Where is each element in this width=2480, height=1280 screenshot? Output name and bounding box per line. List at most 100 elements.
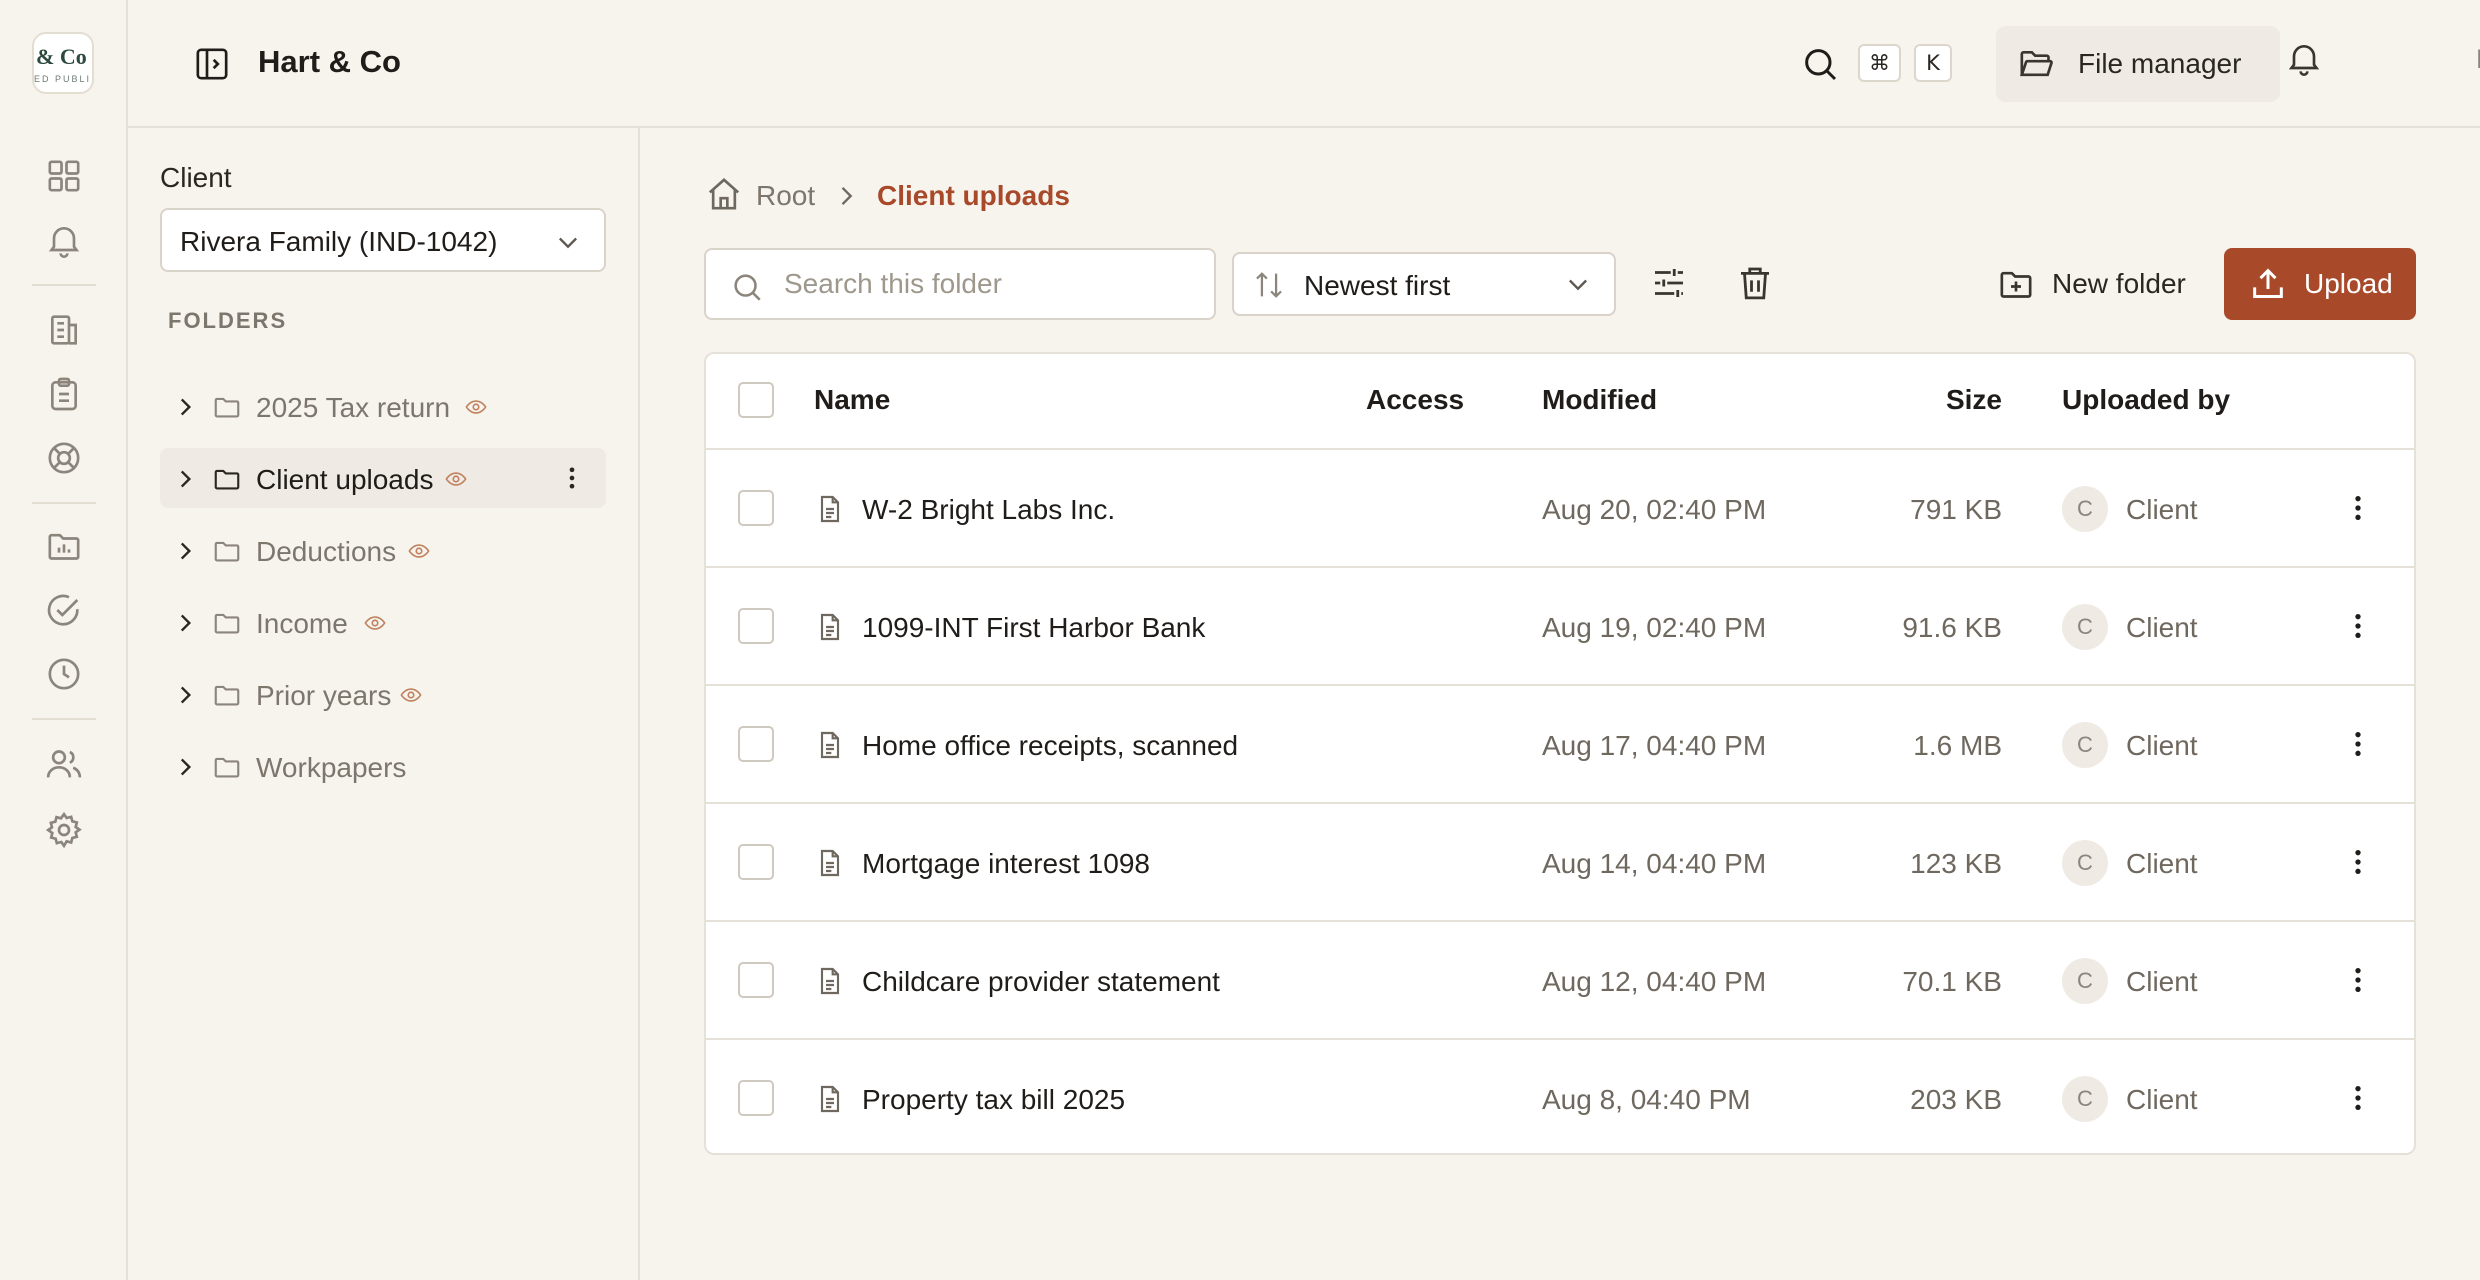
row-checkbox[interactable] — [738, 844, 774, 880]
shortcut-k-key: K — [1914, 44, 1952, 82]
logo-subtext: ED PUBLI — [34, 74, 92, 84]
uploaded-by: Client — [2126, 494, 2198, 525]
row-checkbox[interactable] — [738, 608, 774, 644]
table-row[interactable]: Childcare provider statement Aug 12, 04:4… — [706, 922, 2414, 1040]
more-options-icon[interactable] — [558, 464, 586, 492]
uploaded-by: Client — [2126, 1084, 2198, 1115]
table-row[interactable]: W-2 Bright Labs Inc. Aug 20, 02:40 PM 791 … — [706, 450, 2414, 568]
search-input[interactable] — [784, 264, 1194, 304]
file-manager-label: File manager — [2078, 48, 2242, 79]
file-name[interactable]: Childcare provider statement — [862, 966, 1220, 998]
chevron-down-icon — [554, 228, 582, 256]
building-icon[interactable] — [44, 310, 84, 350]
row-more-options-icon[interactable] — [2342, 492, 2374, 524]
document-icon — [814, 964, 846, 998]
file-name[interactable]: 1099-INT First Harbor Bank — [862, 612, 1205, 644]
folder-open-icon — [2016, 44, 2056, 84]
app-logo[interactable]: & Co ED PUBLI — [32, 32, 94, 94]
sidebar-toggle-icon[interactable] — [192, 44, 232, 84]
check-circle-icon[interactable] — [44, 590, 84, 630]
notifications-bell-icon[interactable] — [2284, 38, 2324, 78]
settings-icon[interactable] — [44, 810, 84, 850]
rail-divider — [32, 284, 96, 286]
folder-icon — [212, 752, 242, 782]
row-checkbox[interactable] — [738, 490, 774, 526]
file-modified: Aug 12, 04:40 PM — [1542, 966, 1767, 997]
sort-select[interactable]: Newest first — [1232, 252, 1616, 316]
file-size: 123 KB — [1910, 848, 2002, 879]
file-name[interactable]: Home office receipts, scanned — [862, 730, 1238, 762]
document-icon — [814, 610, 846, 644]
folder-name: Workpapers — [256, 752, 407, 783]
logo-text: & Co — [36, 44, 87, 69]
upload-button[interactable]: Upload — [2224, 248, 2416, 320]
row-more-options-icon[interactable] — [2342, 610, 2374, 642]
folder-item[interactable]: Income — [160, 592, 606, 652]
file-table: Name Access Modified Size Uploaded by W-… — [704, 352, 2416, 1155]
dashboard-icon[interactable] — [44, 156, 84, 196]
clipboard-icon[interactable] — [44, 374, 84, 414]
clock-icon[interactable] — [44, 654, 84, 694]
row-more-options-icon[interactable] — [2342, 728, 2374, 760]
file-name[interactable]: Mortgage interest 1098 — [862, 848, 1150, 880]
folder-icon — [212, 392, 242, 422]
client-select-value: Rivera Family (IND-1042) — [180, 226, 498, 257]
folder-item[interactable]: Deductions — [160, 520, 606, 580]
bell-icon[interactable] — [44, 220, 84, 260]
row-more-options-icon[interactable] — [2342, 1082, 2374, 1114]
brand-title: Hart & Co — [258, 44, 401, 79]
folder-plus-icon — [1996, 264, 2036, 304]
top-bar: Hart & Co ⌘ K File manager DH — [128, 0, 2480, 128]
table-row[interactable]: 1099-INT First Harbor Bank Aug 19, 02:40 … — [706, 568, 2414, 686]
folder-item[interactable]: Prior years — [160, 664, 606, 724]
chevron-right-icon[interactable] — [172, 394, 198, 420]
row-more-options-icon[interactable] — [2342, 846, 2374, 878]
search-icon[interactable] — [1800, 44, 1840, 84]
chevron-right-icon[interactable] — [172, 610, 198, 636]
folder-item[interactable]: Client uploads — [160, 448, 606, 508]
file-modified: Aug 17, 04:40 PM — [1542, 730, 1767, 761]
client-select[interactable]: Rivera Family (IND-1042) — [160, 208, 606, 272]
file-name[interactable]: Property tax bill 2025 — [862, 1084, 1125, 1116]
chevron-right-icon[interactable] — [172, 682, 198, 708]
file-modified: Aug 8, 04:40 PM — [1542, 1084, 1751, 1115]
upload-icon — [2248, 264, 2288, 304]
folder-item[interactable]: Workpapers — [160, 736, 606, 796]
column-header-uploaded-by[interactable]: Uploaded by — [2062, 384, 2230, 416]
select-all-checkbox[interactable] — [738, 382, 774, 418]
breadcrumb-root[interactable]: Root — [756, 180, 815, 212]
folder-chart-icon[interactable] — [44, 526, 84, 566]
file-manager-button[interactable]: File manager — [1996, 26, 2280, 102]
table-row[interactable]: Mortgage interest 1098 Aug 14, 04:40 PM 12… — [706, 804, 2414, 922]
client-label: Client — [160, 162, 232, 193]
row-checkbox[interactable] — [738, 726, 774, 762]
chevron-right-icon[interactable] — [172, 754, 198, 780]
home-icon[interactable] — [704, 174, 744, 214]
file-name[interactable]: W-2 Bright Labs Inc. — [862, 494, 1115, 526]
folder-item[interactable]: 2025 Tax return — [160, 376, 606, 436]
column-header-access[interactable]: Access — [1366, 384, 1464, 416]
filter-sliders-icon[interactable] — [1648, 262, 1690, 304]
column-header-size[interactable]: Size — [1946, 384, 2002, 416]
user-avatar[interactable]: DH — [2476, 44, 2480, 75]
column-header-name[interactable]: Name — [814, 384, 890, 416]
row-checkbox[interactable] — [738, 1080, 774, 1116]
folder-name: Income — [256, 608, 348, 639]
chevron-right-icon[interactable] — [172, 538, 198, 564]
lifebuoy-icon[interactable] — [44, 438, 84, 478]
folder-name: Client uploads — [256, 464, 434, 495]
chevron-right-icon[interactable] — [172, 466, 198, 492]
folder-search[interactable] — [704, 248, 1216, 320]
table-row[interactable]: Home office receipts, scanned Aug 17, 04:… — [706, 686, 2414, 804]
row-more-options-icon[interactable] — [2342, 964, 2374, 996]
row-checkbox[interactable] — [738, 962, 774, 998]
uploader-avatar: C — [2062, 840, 2108, 886]
trash-icon[interactable] — [1734, 262, 1776, 304]
users-icon[interactable] — [44, 744, 84, 784]
table-row[interactable]: Property tax bill 2025 Aug 8, 04:40 PM 203… — [706, 1040, 2414, 1153]
table-header: Name Access Modified Size Uploaded by — [706, 354, 2414, 450]
new-folder-button[interactable]: New folder — [1992, 250, 2192, 318]
sort-arrows-icon — [1252, 268, 1286, 302]
file-size: 203 KB — [1910, 1084, 2002, 1115]
column-header-modified[interactable]: Modified — [1542, 384, 1657, 416]
